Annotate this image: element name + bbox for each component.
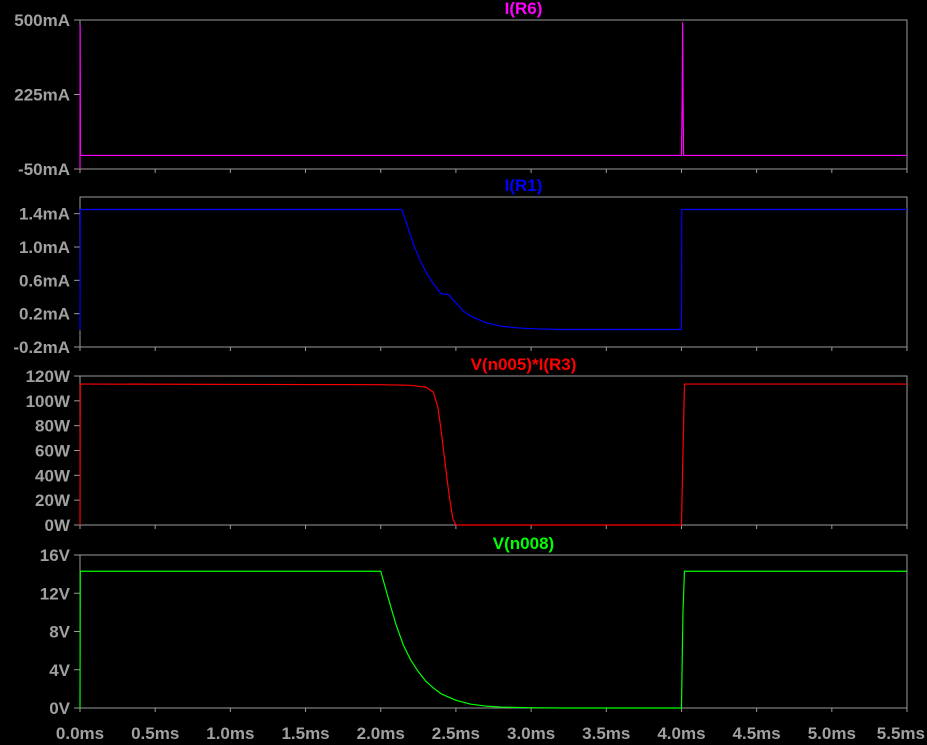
pane-title: V(n005)*I(R3) [471, 355, 577, 374]
plot-frame [79, 554, 908, 709]
y-tick-label: 40W [35, 466, 71, 485]
x-tick-label: 5.0ms [808, 724, 856, 743]
y-tick-label: 12V [40, 584, 71, 603]
pane-i-r6: I(R6) 500mA 225mA -50mA [14, 0, 908, 179]
x-tick-label: 0.0ms [56, 724, 104, 743]
y-tick-label: 1.0mA [19, 238, 70, 257]
x-tick-label: 1.0ms [206, 724, 254, 743]
pane-title: I(R1) [505, 176, 543, 195]
x-tick-label: 1.5ms [281, 724, 329, 743]
y-tick-label: 4V [49, 661, 70, 680]
x-tick-label: 4.0ms [657, 724, 705, 743]
y-tick-label: 0W [45, 516, 71, 535]
y-tick-label: 16V [40, 546, 71, 565]
x-tick-label: 3.5ms [582, 724, 630, 743]
y-tick-label: 0.6mA [19, 271, 70, 290]
y-tick-label: 0.2mA [19, 305, 70, 324]
y-tick-label: 20W [35, 491, 71, 510]
pane-v-n005-i-r3: V(n005)*I(R3) 120W 100W 80W 60W 40W 20W 0W [26, 355, 908, 535]
y-tick-label: 225mA [14, 86, 70, 105]
x-tick-label: 0.5ms [131, 724, 179, 743]
y-tick-label: -0.2mA [13, 338, 70, 357]
y-tick-label: 8V [49, 623, 70, 642]
x-axis: 0.0ms 0.5ms 1.0ms 1.5ms 2.0ms 2.5ms 3.0ms 3.5ms… [56, 724, 925, 743]
x-tick-label: 3.0ms [507, 724, 555, 743]
pane-v-n008: V(n008) 16V 12V 8V 4V 0V [40, 534, 908, 718]
x-tick-label: 5.5ms [877, 724, 925, 743]
y-tick-label: 500mA [14, 11, 70, 30]
y-tick-label: 100W [26, 392, 71, 411]
y-tick-label: -50mA [18, 160, 70, 179]
y-tick-label: 1.4mA [19, 205, 70, 224]
x-tick-label: 2.0ms [357, 724, 405, 743]
plot-frame [79, 375, 908, 526]
pane-i-r1: I(R1) 1.4mA 1.0mA 0.6mA 0.2mA -0.2mA [13, 176, 908, 357]
y-tick-label: 60W [35, 442, 71, 461]
x-tick-label: 4.5ms [733, 724, 781, 743]
y-tick-label: 0V [49, 699, 70, 718]
waveform-plot: I(R6) 500mA 225mA -50mA I(R1) 1.4mA 1.0mA 0.6mA… [13, 0, 925, 743]
y-tick-label: 120W [26, 367, 71, 386]
x-tick-label: 2.5ms [432, 724, 480, 743]
pane-title: I(R6) [505, 0, 543, 18]
plot-frame [79, 19, 908, 170]
y-tick-label: 80W [35, 417, 71, 436]
pane-title: V(n008) [493, 534, 554, 553]
